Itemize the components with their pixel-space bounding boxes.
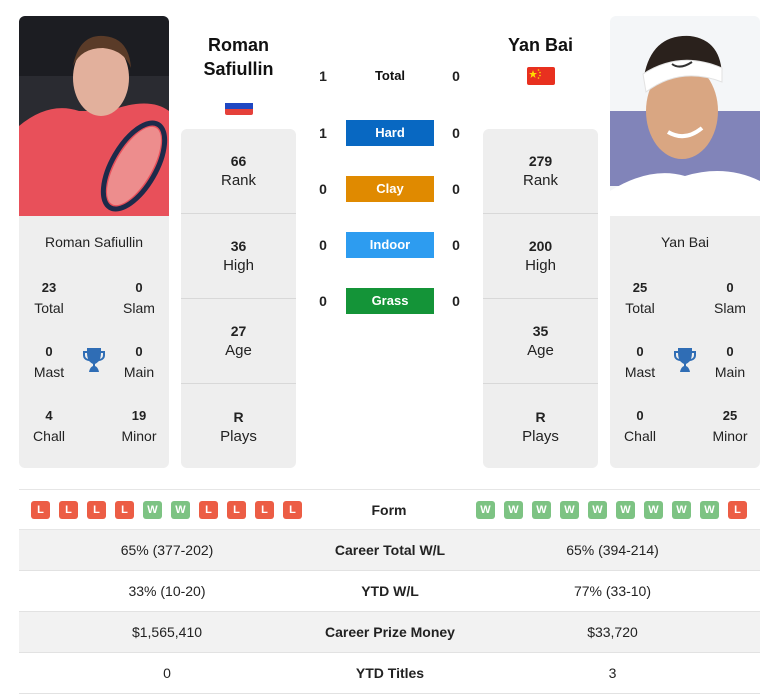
- player2-plays: R Plays: [522, 408, 559, 445]
- player1-form-badge[interactable]: L: [227, 501, 246, 519]
- h2h-p2-indoor: 0: [452, 237, 460, 253]
- table-row: 65% (377-202) Career Total W/L 65% (394-21…: [19, 530, 760, 571]
- h2h-p1-total: 1: [319, 68, 327, 84]
- stat-label: YTD Titles: [355, 665, 425, 681]
- player1-high: 36 High: [181, 214, 296, 299]
- h2h-p2-grass: 0: [452, 293, 460, 309]
- player1-titles-chall: 4 Chall: [33, 408, 65, 444]
- player1-name[interactable]: Roman Safiullin: [180, 33, 297, 81]
- trophy-icon: [673, 347, 697, 373]
- player1-form: LLLLWWLLLL: [31, 501, 302, 519]
- form-row: LLLLWWLLLL Form WWWWWWWWWL: [19, 489, 760, 530]
- player2-form: WWWWWWWWWL: [476, 501, 747, 519]
- player2-form-badge[interactable]: W: [504, 501, 523, 519]
- player1-value: 33% (10-20): [128, 583, 206, 599]
- player1-photo: [19, 16, 169, 216]
- player2-rank: 279 Rank: [483, 129, 598, 214]
- h2h-total-row: 1 Total 0: [310, 63, 470, 89]
- player2-form-badge[interactable]: W: [700, 501, 719, 519]
- player2-titles-mast: 0 Mast: [624, 344, 656, 380]
- h2h-total-label: Total: [374, 68, 406, 83]
- stat-label: YTD W/L: [361, 583, 419, 599]
- stat-label: Career Total W/L: [334, 542, 446, 558]
- h2h-p2-clay: 0: [452, 181, 460, 197]
- player2-value: 77% (33-10): [573, 583, 652, 599]
- player1-rank-card: 66 Rank 36 High 27 Age R Plays: [181, 129, 296, 468]
- player1-plays: R Plays: [220, 408, 257, 445]
- player2-form-badge[interactable]: L: [728, 501, 747, 519]
- table-row: 33% (10-20) YTD W/L 77% (33-10): [19, 571, 760, 612]
- h2h-p1-indoor: 0: [319, 237, 327, 253]
- russia-flag-icon: [225, 97, 253, 115]
- player1-value: 0: [163, 665, 171, 681]
- player2-value: 65% (394-214): [566, 542, 659, 558]
- player1-full-name: Roman Safiullin: [44, 234, 144, 250]
- player1-form-badge[interactable]: L: [283, 501, 302, 519]
- h2h-p1-clay: 0: [319, 181, 327, 197]
- player1-titles-total: 23 Total: [34, 280, 64, 316]
- table-row: 0 YTD Titles 3: [19, 653, 760, 694]
- stat-label: Career Prize Money: [325, 624, 455, 640]
- player2-form-badge[interactable]: W: [476, 501, 495, 519]
- h2h-p1-hard: 1: [319, 125, 327, 141]
- player2-value: $33,720: [587, 624, 638, 640]
- player1-form-badge[interactable]: L: [115, 501, 134, 519]
- player2-rank-card: 279 Rank 200 High 35 Age R Plays: [483, 129, 598, 468]
- surface-indoor-badge[interactable]: Indoor: [346, 232, 434, 258]
- player1-form-badge[interactable]: L: [255, 501, 274, 519]
- player1-form-badge[interactable]: L: [59, 501, 78, 519]
- player2-info-card: Yan Bai 25 Total 0 Slam 0 Mast 0 Main 0 Chall…: [610, 216, 760, 468]
- player2-titles-main: 0 Main: [714, 344, 746, 380]
- h2h-p2-total: 0: [452, 68, 460, 84]
- player2-name[interactable]: Yan Bai: [483, 33, 598, 57]
- player2-form-badge[interactable]: W: [560, 501, 579, 519]
- player1-form-badge[interactable]: L: [199, 501, 218, 519]
- h2h-p2-hard: 0: [452, 125, 460, 141]
- china-flag-icon: [527, 67, 555, 85]
- h2h-grass-row: 0 Grass 0: [310, 288, 470, 314]
- comparison-table: 65% (377-202) Career Total W/L 65% (394-21…: [19, 530, 760, 694]
- player1-form-badge[interactable]: W: [143, 501, 162, 519]
- player1-form-badge[interactable]: L: [87, 501, 106, 519]
- player1-form-badge[interactable]: L: [31, 501, 50, 519]
- player2-high: 200 High: [483, 214, 598, 299]
- player2-titles-chall: 0 Chall: [624, 408, 656, 444]
- player1-titles-mast: 0 Mast: [33, 344, 65, 380]
- player2-full-name: Yan Bai: [661, 234, 709, 250]
- player2-form-badge[interactable]: W: [616, 501, 635, 519]
- h2h-hard-row: 1 Hard 0: [310, 120, 470, 146]
- player2-form-badge[interactable]: W: [672, 501, 691, 519]
- player1-info-card: Roman Safiullin 23 Total 0 Slam 0 Mast 0 Mai…: [19, 216, 169, 468]
- player2-titles-minor: 25 Minor: [712, 408, 748, 444]
- trophy-icon: [82, 347, 106, 373]
- table-row: $1,565,410 Career Prize Money $33,720: [19, 612, 760, 653]
- player2-photo: [610, 16, 760, 216]
- player1-rank: 66 Rank: [181, 129, 296, 214]
- player2-form-badge[interactable]: W: [532, 501, 551, 519]
- surface-clay-badge[interactable]: Clay: [346, 176, 434, 202]
- h2h-indoor-row: 0 Indoor 0: [310, 232, 470, 258]
- player2-form-badge[interactable]: W: [644, 501, 663, 519]
- surface-grass-badge[interactable]: Grass: [346, 288, 434, 314]
- surface-hard-badge[interactable]: Hard: [346, 120, 434, 146]
- h2h-clay-row: 0 Clay 0: [310, 176, 470, 202]
- player2-value: 3: [608, 665, 617, 681]
- player2-age: 35 Age: [483, 299, 598, 384]
- player1-form-badge[interactable]: W: [171, 501, 190, 519]
- player1-titles-minor: 19 Minor: [121, 408, 157, 444]
- player2-titles-total: 25 Total: [625, 280, 655, 316]
- player1-value: 65% (377-202): [120, 542, 214, 558]
- h2h-p1-grass: 0: [319, 293, 327, 309]
- player2-titles-slam: 0 Slam: [714, 280, 746, 316]
- player1-titles-main: 0 Main: [123, 344, 155, 380]
- player1-titles-slam: 0 Slam: [123, 280, 155, 316]
- player1-age: 27 Age: [181, 299, 296, 384]
- player1-value: $1,565,410: [131, 624, 203, 640]
- player2-form-badge[interactable]: W: [588, 501, 607, 519]
- form-label: Form: [371, 502, 407, 518]
